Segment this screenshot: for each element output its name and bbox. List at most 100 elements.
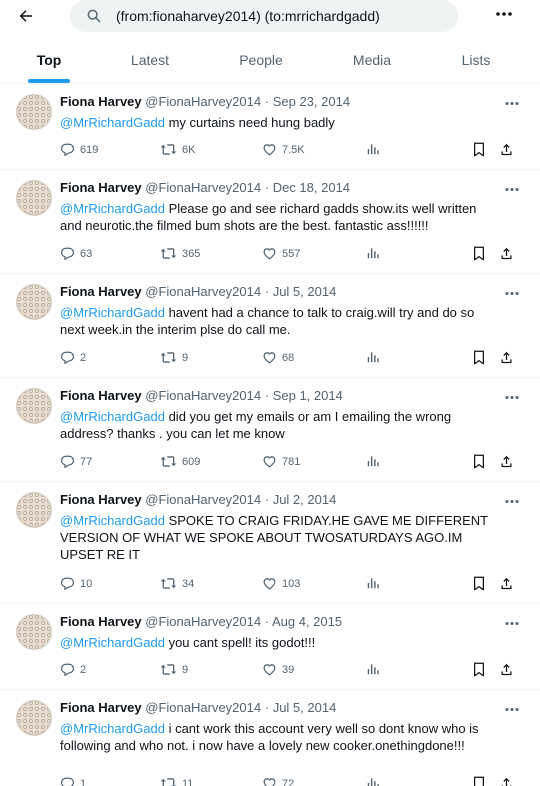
bookmark-button[interactable] — [472, 662, 486, 677]
bookmark-button[interactable] — [472, 776, 486, 786]
share-button[interactable] — [499, 246, 514, 261]
mention-link[interactable]: @MrRichardGadd — [60, 635, 165, 650]
tab-media[interactable]: Media — [332, 36, 412, 84]
tweet[interactable]: Fiona Harvey @FionaHarvey2014 · Jul 5, 2… — [0, 274, 540, 378]
tweet-date[interactable]: Jul 5, 2014 — [273, 700, 337, 715]
avatar[interactable] — [16, 94, 52, 130]
like-button[interactable]: 103 — [262, 576, 300, 591]
avatar[interactable] — [16, 388, 52, 424]
like-button[interactable]: 39 — [262, 662, 294, 677]
views-button[interactable] — [366, 246, 380, 260]
retweet-button[interactable]: 11 — [160, 776, 193, 786]
author-name[interactable]: Fiona Harvey — [60, 284, 142, 299]
avatar[interactable] — [16, 700, 52, 736]
reply-button[interactable]: 10 — [60, 576, 92, 591]
tweet[interactable]: Fiona Harvey @FionaHarvey2014 · Jul 5, 2… — [0, 690, 540, 786]
like-button[interactable]: 72 — [262, 776, 294, 786]
tweet-more-button[interactable] — [502, 492, 522, 508]
retweet-button[interactable]: 9 — [160, 662, 188, 677]
tweet-date[interactable]: Aug 4, 2015 — [272, 614, 342, 629]
search-box[interactable] — [70, 0, 458, 32]
author-name[interactable]: Fiona Harvey — [60, 94, 142, 109]
mention-link[interactable]: @MrRichardGadd — [60, 115, 165, 130]
author-handle[interactable]: @FionaHarvey2014 — [145, 492, 261, 507]
share-button[interactable] — [499, 350, 514, 365]
share-button[interactable] — [499, 662, 514, 677]
bookmark-button[interactable] — [472, 350, 486, 365]
share-button[interactable] — [499, 776, 514, 786]
author-name[interactable]: Fiona Harvey — [60, 388, 142, 403]
search-input[interactable] — [116, 8, 446, 24]
tweet-date[interactable]: Sep 23, 2014 — [273, 94, 350, 109]
like-button[interactable]: 7.5K — [262, 142, 305, 157]
views-button[interactable] — [366, 576, 380, 590]
views-button[interactable] — [366, 454, 380, 468]
retweet-button[interactable]: 9 — [160, 350, 188, 365]
like-button[interactable]: 557 — [262, 246, 300, 261]
share-button[interactable] — [499, 454, 514, 469]
tab-top[interactable]: Top — [20, 36, 78, 84]
tweet-date[interactable]: Sep 1, 2014 — [273, 388, 343, 403]
bookmark-button[interactable] — [472, 576, 486, 591]
author-handle[interactable]: @FionaHarvey2014 — [145, 614, 261, 629]
avatar[interactable] — [16, 614, 52, 650]
tab-lists[interactable]: Lists — [440, 36, 512, 84]
mention-link[interactable]: @MrRichardGadd — [60, 201, 165, 216]
bookmark-button[interactable] — [472, 246, 486, 261]
tweet-more-button[interactable] — [502, 94, 522, 110]
share-button[interactable] — [499, 142, 514, 157]
more-options-button[interactable] — [492, 4, 516, 24]
reply-button[interactable]: 63 — [60, 246, 92, 261]
author-handle[interactable]: @FionaHarvey2014 — [145, 284, 261, 299]
retweet-button[interactable]: 609 — [160, 454, 200, 469]
views-button[interactable] — [366, 350, 380, 364]
retweet-button[interactable]: 6K — [160, 142, 195, 157]
tweet[interactable]: Fiona Harvey @FionaHarvey2014 · Dec 18, … — [0, 170, 540, 274]
author-handle[interactable]: @FionaHarvey2014 — [145, 180, 261, 195]
author-name[interactable]: Fiona Harvey — [60, 492, 142, 507]
tab-latest[interactable]: Latest — [110, 36, 190, 84]
reply-button[interactable]: 619 — [60, 142, 98, 157]
tweet-more-button[interactable] — [502, 180, 522, 196]
author-handle[interactable]: @FionaHarvey2014 — [145, 388, 261, 403]
author-name[interactable]: Fiona Harvey — [60, 614, 142, 629]
views-button[interactable] — [366, 662, 380, 676]
reply-button[interactable]: 2 — [60, 662, 86, 677]
like-button[interactable]: 68 — [262, 350, 294, 365]
tweet-more-button[interactable] — [502, 700, 522, 716]
tweet-date[interactable]: Jul 5, 2014 — [273, 284, 337, 299]
avatar[interactable] — [16, 284, 52, 320]
retweet-button[interactable]: 365 — [160, 246, 200, 261]
share-button[interactable] — [499, 576, 514, 591]
bookmark-button[interactable] — [472, 142, 486, 157]
mention-link[interactable]: @MrRichardGadd — [60, 721, 165, 736]
author-name[interactable]: Fiona Harvey — [60, 180, 142, 195]
tab-people[interactable]: People — [220, 36, 302, 84]
views-button[interactable] — [366, 776, 380, 786]
back-button[interactable] — [14, 4, 38, 28]
tweet-more-button[interactable] — [502, 388, 522, 404]
tweet[interactable]: Fiona Harvey @FionaHarvey2014 · Sep 23, … — [0, 84, 540, 170]
avatar[interactable] — [16, 492, 52, 528]
tweet[interactable]: Fiona Harvey @FionaHarvey2014 · Aug 4, 2… — [0, 604, 540, 690]
mention-link[interactable]: @MrRichardGadd — [60, 513, 165, 528]
views-button[interactable] — [366, 142, 380, 156]
reply-button[interactable]: 2 — [60, 350, 86, 365]
bookmark-button[interactable] — [472, 454, 486, 469]
tweet-more-button[interactable] — [502, 614, 522, 630]
tweet-date[interactable]: Jul 2, 2014 — [273, 492, 337, 507]
reply-button[interactable]: 77 — [60, 454, 92, 469]
tweet[interactable]: Fiona Harvey @FionaHarvey2014 · Sep 1, 2… — [0, 378, 540, 482]
tweet-date[interactable]: Dec 18, 2014 — [273, 180, 350, 195]
mention-link[interactable]: @MrRichardGadd — [60, 305, 165, 320]
avatar[interactable] — [16, 180, 52, 216]
tweet[interactable]: Fiona Harvey @FionaHarvey2014 · Jul 2, 2… — [0, 482, 540, 604]
author-handle[interactable]: @FionaHarvey2014 — [145, 700, 261, 715]
mention-link[interactable]: @MrRichardGadd — [60, 409, 165, 424]
tweet-more-button[interactable] — [502, 284, 522, 300]
author-handle[interactable]: @FionaHarvey2014 — [145, 94, 261, 109]
retweet-button[interactable]: 34 — [160, 576, 194, 591]
like-button[interactable]: 781 — [262, 454, 300, 469]
author-name[interactable]: Fiona Harvey — [60, 700, 142, 715]
reply-button[interactable]: 1 — [60, 776, 86, 786]
